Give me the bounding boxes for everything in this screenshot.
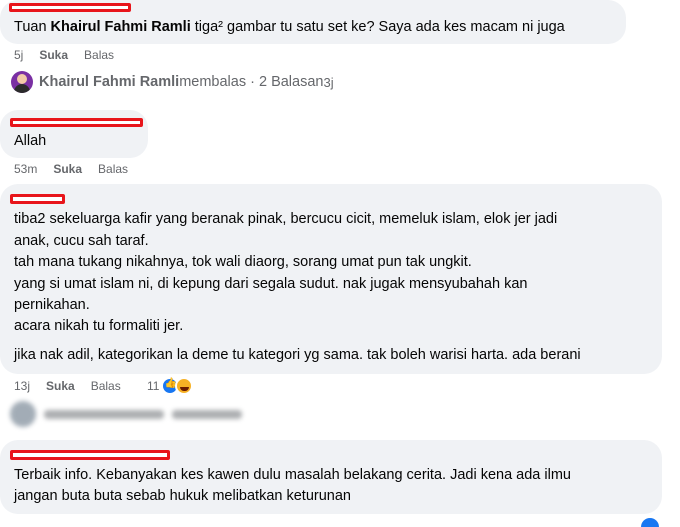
comment-3-time[interactable]: 13j: [14, 379, 30, 393]
comment-3-line-2: anak, cucu sah taraf.: [14, 233, 149, 249]
comment-1-prefix: Tuan: [14, 19, 51, 35]
reply-time: 3j: [323, 74, 334, 90]
redacted-name-1: [9, 3, 131, 12]
redacted-name-4: [10, 450, 170, 460]
comment-2-reply-button[interactable]: Balas: [98, 162, 128, 176]
comment-4-line-2: jangan buta buta sebab hukuk melibatkan …: [14, 488, 351, 504]
comment-3-line-1: tiba2 sekeluarga kafir yang beranak pina…: [14, 211, 558, 227]
comment-3-line-3: tah mana tukang nikahnya, tok wali diaor…: [14, 254, 472, 270]
comment-1-time[interactable]: 5j: [14, 48, 23, 62]
view-replies-link[interactable]: Khairul Fahmi Ramli membalas · 2 Balasan…: [11, 71, 334, 93]
comment-2-text: Allah: [14, 133, 47, 149]
reply-author-name: Khairul Fahmi Ramli: [39, 74, 180, 90]
avatar: [11, 71, 33, 93]
comment-3-line-6: acara nikah tu formaliti jer.: [14, 318, 184, 334]
comment-4-line-1: Terbaik info. Kebanyakan kes kawen dulu …: [14, 467, 571, 483]
reaction-icon-partial: [641, 518, 659, 527]
avatar: [10, 401, 36, 427]
comment-3-like-button[interactable]: Suka: [46, 379, 75, 393]
haha-icon: [175, 377, 194, 395]
redacted-name-3: [10, 194, 65, 204]
comment-3-line-5: pernikahan.: [14, 297, 90, 313]
comment-1-body: tiga² gambar tu satu set ke? Saya ada ke…: [190, 19, 565, 35]
comment-1-reply-button[interactable]: Balas: [84, 48, 114, 62]
blurred-text: [44, 409, 164, 419]
comment-2-time[interactable]: 53m: [14, 162, 37, 176]
comment-1-mention[interactable]: Khairul Fahmi Ramli: [51, 19, 191, 35]
comment-2-like-button[interactable]: Suka: [53, 162, 82, 176]
comment-1-meta: 5j Suka Balas: [14, 48, 130, 62]
blurred-reply-preview[interactable]: [10, 400, 300, 428]
redacted-name-2: [10, 118, 143, 127]
comment-3-line-4: yang si umat islam ni, di kepung dari se…: [14, 276, 528, 292]
comment-1-text: Tuan Khairul Fahmi Ramli tiga² gambar tu…: [14, 17, 565, 38]
reply-count-text: membalas · 2 Balasan: [179, 74, 324, 90]
comment-3-meta: 13j Suka Balas: [14, 379, 137, 393]
comment-3-line-7: jika nak adil, kategorikan la deme tu ka…: [14, 347, 581, 363]
comment-2-meta: 53m Suka Balas: [14, 162, 144, 176]
comment-3-reply-button[interactable]: Balas: [91, 379, 121, 393]
comment-3-reactions[interactable]: 11: [147, 377, 194, 395]
reaction-count: 11: [147, 379, 160, 393]
blurred-text: [172, 409, 242, 419]
comment-1-like-button[interactable]: Suka: [39, 48, 68, 62]
